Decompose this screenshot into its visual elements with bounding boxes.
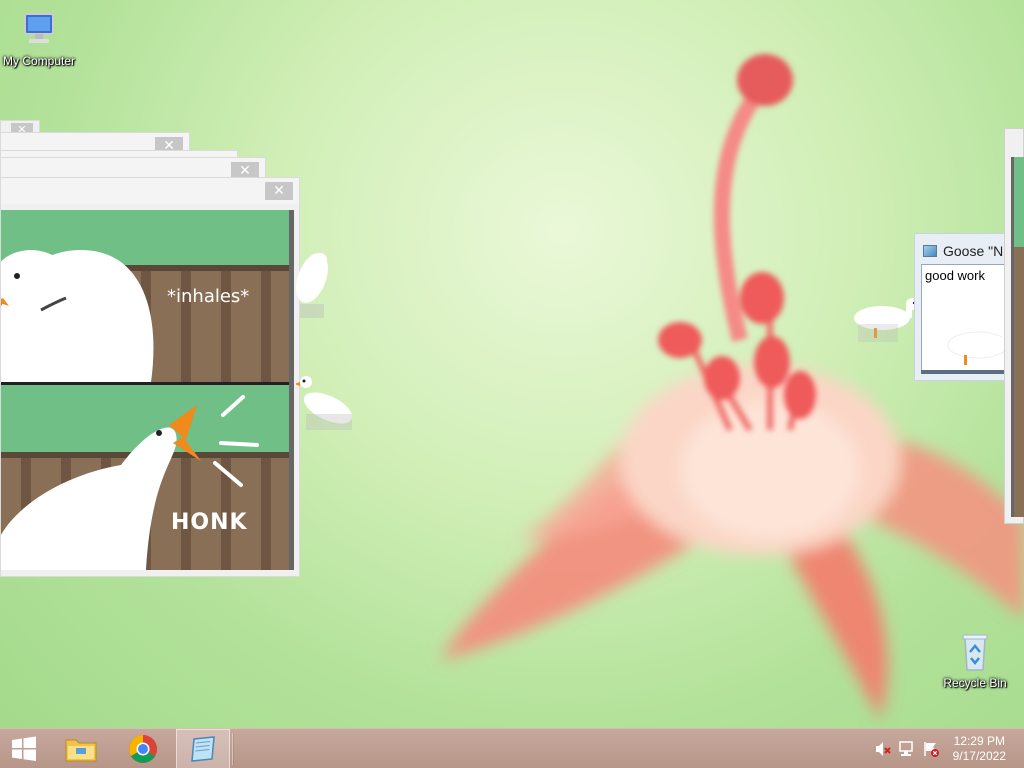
taskbar-separator xyxy=(232,733,234,765)
desktop-icon-label: Recycle Bin xyxy=(943,676,1007,690)
network-icon[interactable] xyxy=(898,741,916,757)
desktop-icon-recycle-bin[interactable]: Recycle Bin xyxy=(933,632,1017,690)
taskbar-file-explorer[interactable] xyxy=(54,729,108,768)
window-right-edge xyxy=(289,210,294,570)
taskbar-chrome[interactable] xyxy=(116,729,170,768)
meme-caption-honk: HONK xyxy=(171,510,248,535)
computer-icon xyxy=(19,10,59,50)
taskbar: 12:29 PM 9/17/2022 xyxy=(0,728,1024,768)
taskbar-clock[interactable]: 12:29 PM 9/17/2022 xyxy=(953,734,1006,764)
meme-panel-bottom: HONK xyxy=(1,385,289,570)
file-explorer-icon xyxy=(65,739,97,762)
taskbar-notepad[interactable] xyxy=(176,729,230,768)
goose-sprite xyxy=(296,253,328,318)
goose-meme-window[interactable]: ✕ *inhales* HONK xyxy=(0,177,300,577)
window-title-bar[interactable]: ✕ xyxy=(1,178,299,204)
volume-muted-icon[interactable] xyxy=(874,741,892,757)
desktop-icon-my-computer[interactable]: My Computer xyxy=(0,10,81,68)
start-icon xyxy=(12,736,36,761)
goose-sprite xyxy=(296,376,353,430)
close-button[interactable]: ✕ xyxy=(265,182,293,200)
meme-caption-inhales: *inhales* xyxy=(167,286,250,307)
notepad-icon xyxy=(923,245,937,257)
notepad-content: good work xyxy=(925,268,985,283)
chrome-icon xyxy=(129,735,157,763)
window-title: Goose "N xyxy=(943,243,1004,259)
clock-date: 9/17/2022 xyxy=(952,749,1006,763)
recycle-bin-icon xyxy=(955,632,995,672)
clock-time: 12:29 PM xyxy=(953,734,1005,748)
start-button[interactable] xyxy=(0,729,48,768)
desktop-icon-label: My Computer xyxy=(2,54,76,68)
goose-honk-illustration xyxy=(1,395,289,570)
offscreen-window[interactable] xyxy=(1004,128,1024,524)
action-center-flag-icon[interactable] xyxy=(922,741,940,757)
notepad-icon xyxy=(191,736,215,762)
meme-panel-top: *inhales* xyxy=(1,210,289,382)
